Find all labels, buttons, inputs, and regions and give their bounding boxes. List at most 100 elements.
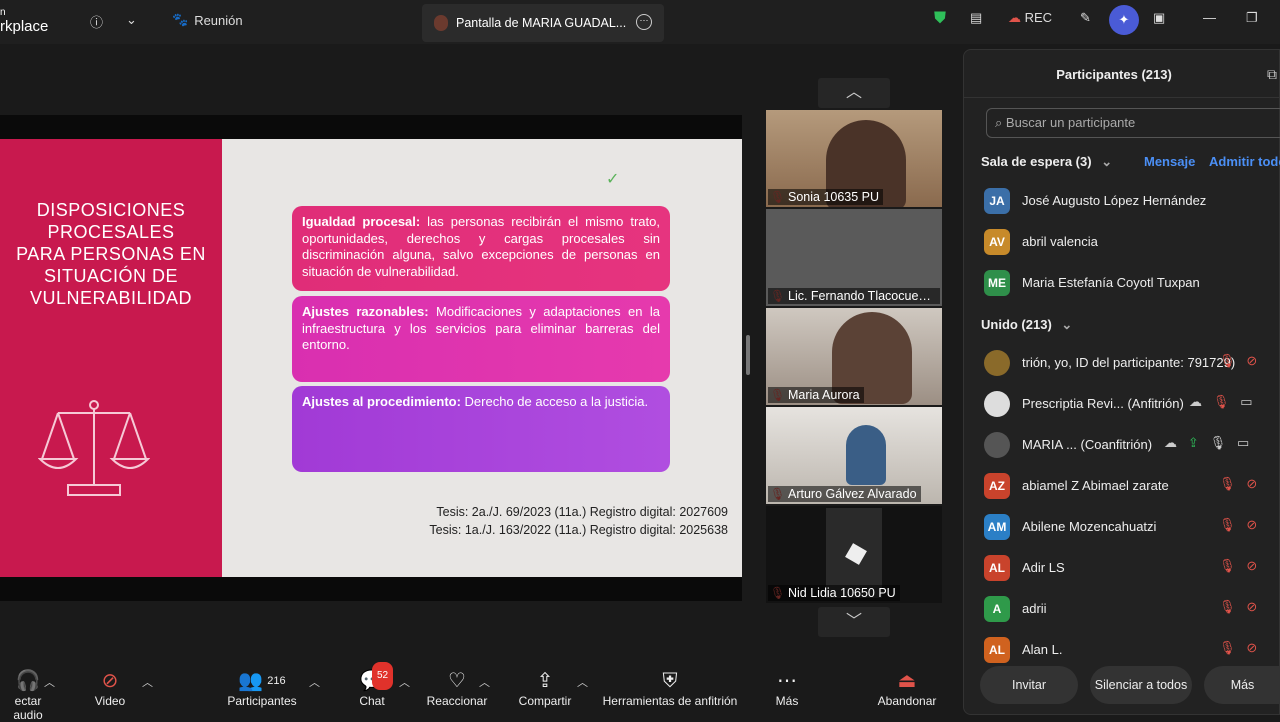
avatar: AZ bbox=[984, 473, 1010, 499]
participant-row[interactable]: AM Abilene Mozencahuatzi 🎙 ⊘ bbox=[964, 508, 1280, 548]
video-tile[interactable]: 🎙 Nid Lidia 10650 PU bbox=[766, 506, 942, 603]
participant-name: Maria Estefanía Coyotl Tuxpan bbox=[1022, 275, 1200, 290]
slide-box-procedure-adjustments: Ajustes al procedimiento: Derecho de acc… bbox=[292, 386, 670, 472]
video-tile[interactable]: 🎙 Maria Aurora bbox=[766, 308, 942, 405]
box-heading: Igualdad procesal: bbox=[302, 214, 421, 229]
participant-row[interactable]: ME Maria Estefanía Coyotl Tuxpan bbox=[964, 264, 1280, 304]
participants-count: 216 bbox=[267, 675, 286, 687]
info-icon[interactable]: ⓘ bbox=[90, 12, 103, 31]
participant-status-icons: ☁ 🎙 ▭ bbox=[1189, 394, 1253, 410]
participant-status-icons: 🎙 ⊘ bbox=[1219, 558, 1257, 574]
paw-icon: 🐾 bbox=[172, 12, 189, 27]
participant-row[interactable]: Aadrii 🎙 ⊘ bbox=[964, 590, 1280, 630]
video-tile[interactable]: 🎙 Arturo Gálvez Alvarado bbox=[766, 407, 942, 504]
avatar: AV bbox=[984, 229, 1010, 255]
scales-of-justice-icon bbox=[38, 400, 150, 496]
admit-all-link[interactable]: Admitir todo bbox=[1209, 154, 1280, 169]
participant-name: Abilene Mozencahuatzi bbox=[1022, 519, 1157, 534]
participant-row[interactable]: AZ abiamel Z Abimael zarate 🎙 ⊘ bbox=[964, 467, 1280, 507]
chevron-down-icon[interactable]: ⌄ bbox=[126, 12, 137, 28]
participants-button[interactable]: 👥 216 Participantes bbox=[226, 668, 298, 708]
more-button[interactable]: ⋯ Más bbox=[770, 668, 804, 708]
participant-row[interactable]: trión, yo, ID del participante: 791729) 🎙… bbox=[964, 344, 1280, 384]
restore-icon[interactable]: ❐ bbox=[1246, 10, 1258, 26]
mute-all-button[interactable]: Silenciar a todos bbox=[1090, 666, 1192, 704]
participant-name: adrii bbox=[1022, 601, 1047, 616]
box-heading: Ajustes al procedimiento: bbox=[302, 394, 461, 409]
participant-row[interactable]: JA José Augusto López Hernández bbox=[964, 182, 1280, 222]
ai-companion-icon[interactable]: ✦ bbox=[1109, 5, 1139, 35]
video-tile[interactable]: 🎙 Lic. Fernando Tlacocuentzi... bbox=[766, 209, 942, 306]
more-options-icon[interactable]: ··· bbox=[636, 14, 652, 30]
avatar: ME bbox=[984, 270, 1010, 296]
shield-icon[interactable]: ⛊ bbox=[934, 10, 946, 28]
react-label: Reaccionar bbox=[426, 694, 488, 708]
minimize-icon[interactable]: — bbox=[1203, 10, 1216, 25]
check-icon: ✓ bbox=[606, 171, 620, 188]
presenter-avatar bbox=[434, 15, 448, 31]
share-icon: ⇪ bbox=[1187, 435, 1199, 450]
share-screen-icon: ⇪ bbox=[536, 670, 554, 692]
cloud-icon: ☁ bbox=[1189, 394, 1202, 409]
avatar: AL bbox=[984, 637, 1010, 663]
gallery-down-arrow[interactable]: ﹀ bbox=[818, 607, 890, 637]
rec-label: REC bbox=[1024, 10, 1053, 25]
video-icon: ▭ bbox=[1240, 394, 1253, 409]
chat-options-caret[interactable]: ︿ bbox=[399, 674, 410, 690]
participant-name: abril valencia bbox=[1022, 234, 1098, 249]
app-brand: n rkplace bbox=[0, 6, 48, 34]
participant-row[interactable]: AL Adir LS 🎙 ⊘ bbox=[964, 549, 1280, 589]
mic-icon: 🎙 bbox=[1209, 435, 1227, 450]
participant-name: José Augusto López Hernández bbox=[1022, 193, 1207, 208]
participant-status-icons: ☁ ⇪ 🎙 ▭ bbox=[1164, 435, 1249, 451]
pen-icon[interactable]: ✎ bbox=[1080, 10, 1091, 26]
avatar bbox=[984, 350, 1010, 376]
tesis-reference: Tesis: 1a./J. 163/2022 (11a.) Registro d… bbox=[429, 523, 728, 537]
gallery-up-arrow[interactable]: ︿ bbox=[818, 78, 890, 108]
participant-name: Adir LS bbox=[1022, 560, 1065, 575]
react-options-caret[interactable]: ︿ bbox=[479, 674, 490, 690]
meeting-button[interactable]: 🐾 Reunión bbox=[172, 12, 243, 28]
screen-share-tab[interactable]: Pantalla de MARIA GUADAL... ··· bbox=[422, 4, 664, 42]
layout-icon[interactable]: ▣ bbox=[1153, 10, 1165, 26]
panel-more-button[interactable]: Más bbox=[1204, 666, 1280, 704]
joined-header[interactable]: Unido (213) ⌄ bbox=[981, 317, 1072, 333]
record-button[interactable]: ☁ REC bbox=[1008, 10, 1052, 26]
video-off-icon: ⊘ bbox=[1246, 517, 1258, 532]
participant-row[interactable]: MARIA ... (Coanfitrión) ☁ ⇪ 🎙 ▭ bbox=[964, 426, 1280, 466]
panel-title: Participantes (213) bbox=[1056, 67, 1172, 82]
video-tile[interactable]: 🎙 Sonia 10635 PU bbox=[766, 110, 942, 207]
shield-icon: ⛨ bbox=[662, 670, 678, 692]
share-button[interactable]: ⇪ Compartir bbox=[516, 668, 574, 708]
participant-name: MARIA ... (Coanfitrión) bbox=[1022, 437, 1153, 452]
tile-name: Nid Lidia 10650 PU bbox=[768, 585, 900, 601]
mic-muted-icon: 🎙 bbox=[1219, 517, 1236, 532]
search-input[interactable]: ⌕ Buscar un participante bbox=[986, 108, 1280, 138]
invite-button[interactable]: Invitar bbox=[980, 666, 1078, 704]
leave-button[interactable]: ⏏ Abandonar bbox=[874, 668, 940, 708]
video-options-caret[interactable]: ︿ bbox=[142, 674, 153, 690]
notes-icon[interactable]: ▤ bbox=[970, 10, 982, 26]
participant-row[interactable]: Prescriptia Revi... (Anfitrión) ☁ 🎙 ▭ bbox=[964, 385, 1280, 425]
participant-status-icons: 🎙 ⊘ bbox=[1219, 476, 1257, 492]
popout-icon[interactable]: ⧉ bbox=[1267, 66, 1277, 83]
share-options-caret[interactable]: ︿ bbox=[577, 674, 588, 690]
participants-options-caret[interactable]: ︿ bbox=[309, 674, 320, 690]
meeting-label: Reunión bbox=[194, 12, 243, 28]
host-tools-button[interactable]: ⛨ Herramientas de anfitrión bbox=[600, 668, 740, 708]
message-link[interactable]: Mensaje bbox=[1144, 154, 1195, 169]
video-off-icon: ⊘ bbox=[1246, 476, 1258, 491]
panel-divider bbox=[964, 97, 1280, 98]
mic-muted-icon: 🎙 bbox=[1219, 640, 1236, 655]
audio-options-caret[interactable]: ︿ bbox=[44, 674, 55, 690]
split-handle[interactable] bbox=[746, 335, 750, 375]
participant-row[interactable]: AL Alan L. 🎙 ⊘ bbox=[964, 631, 1280, 671]
chat-button[interactable]: 💬52 Chat bbox=[356, 662, 394, 708]
participants-panel: Participantes (213) ⧉ ⌕ Buscar un partic… bbox=[963, 49, 1280, 715]
video-off-icon: ⊘ bbox=[1246, 558, 1258, 573]
chat-label: Chat bbox=[359, 694, 385, 708]
participant-row[interactable]: AV abril valencia bbox=[964, 223, 1280, 263]
box-heading: Ajustes razonables: bbox=[302, 304, 429, 319]
video-button[interactable]: ⊘ Video bbox=[88, 668, 132, 708]
waiting-room-header[interactable]: Sala de espera (3) ⌄ bbox=[981, 154, 1112, 170]
